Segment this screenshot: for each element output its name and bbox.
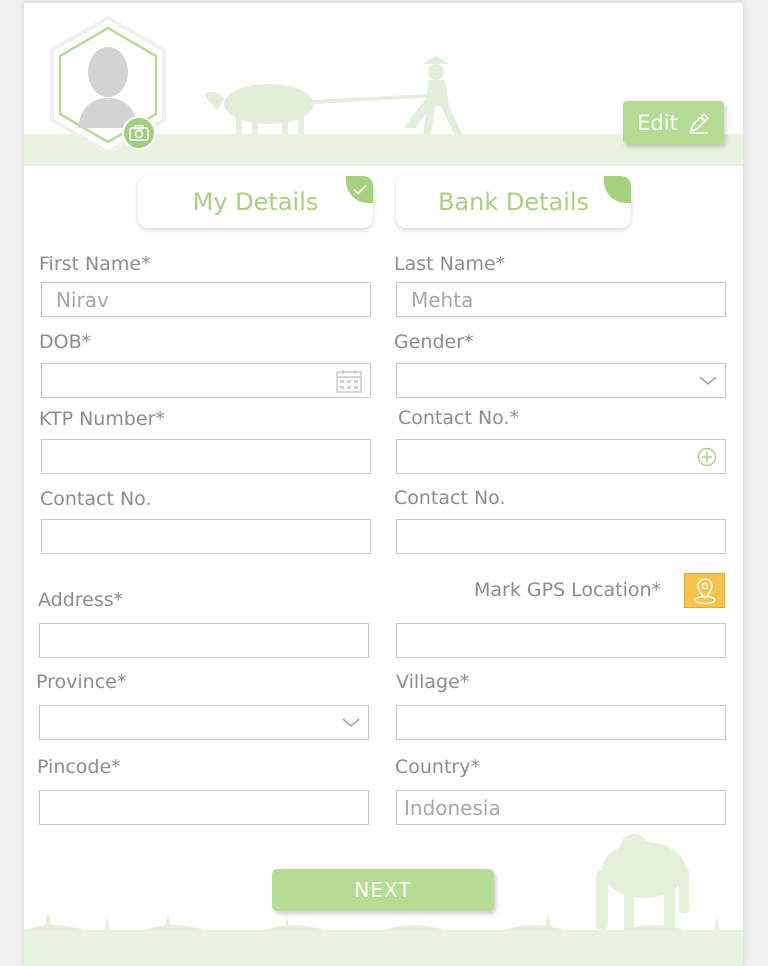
contact-primary-input[interactable] (396, 439, 726, 474)
contact-2-input[interactable] (41, 519, 371, 554)
contact-3-label: Contact No. (394, 487, 506, 509)
gps-location-label: Mark GPS Location* (474, 579, 662, 601)
contact-3-input[interactable] (396, 519, 726, 554)
mark-gps-button[interactable] (684, 573, 725, 608)
province-label: Province* (36, 671, 127, 693)
gender-label: Gender* (394, 331, 474, 353)
first-name-input[interactable]: Nirav (41, 282, 371, 317)
ktp-number-input[interactable] (41, 439, 371, 474)
ktp-number-label: KTP Number* (39, 408, 165, 430)
address-input[interactable] (39, 623, 369, 658)
dob-input[interactable] (41, 363, 371, 398)
contact-primary-label: Contact No.* (398, 407, 520, 429)
province-select[interactable] (39, 705, 369, 740)
address-label: Address* (38, 589, 124, 611)
last-name-label: Last Name* (394, 253, 506, 275)
profile-card: Edit My Details Bank Details First Name*… (24, 0, 743, 966)
dob-label: DOB* (39, 331, 92, 353)
camera-icon (129, 125, 149, 141)
tab-bank-details-label: Bank Details (437, 188, 590, 216)
village-input[interactable] (396, 705, 726, 740)
chevron-down-icon (342, 717, 360, 728)
map-pin-icon (693, 577, 716, 604)
tab-my-details[interactable]: My Details (138, 176, 373, 228)
next-label: NEXT (354, 878, 412, 902)
ground-strip-bottom (24, 930, 743, 966)
edit-label: Edit (637, 110, 678, 135)
first-name-label: First Name* (39, 253, 151, 275)
edit-profile-button[interactable]: Edit (623, 101, 724, 144)
country-value: Indonesia (404, 795, 501, 820)
gps-location-input[interactable] (396, 623, 726, 658)
tab-bank-details[interactable]: Bank Details (396, 176, 631, 228)
pincode-input[interactable] (39, 790, 369, 825)
last-name-input[interactable]: Mehta (396, 282, 726, 317)
country-label: Country* (395, 756, 480, 778)
add-circle-icon[interactable] (697, 447, 717, 467)
last-name-value: Mehta (411, 287, 474, 312)
country-input[interactable]: Indonesia (396, 790, 726, 825)
pencil-icon (689, 112, 709, 134)
first-name-value: Nirav (56, 287, 109, 312)
tab-incomplete-badge (604, 176, 631, 203)
checkmark-icon (352, 184, 367, 195)
village-label: Village* (396, 671, 470, 693)
calendar-icon[interactable] (336, 369, 362, 393)
pincode-label: Pincode* (37, 756, 121, 778)
next-button[interactable]: NEXT (272, 869, 494, 911)
contact-2-label: Contact No. (40, 488, 152, 510)
chevron-down-icon (699, 375, 717, 386)
change-photo-button[interactable] (122, 116, 156, 150)
tab-complete-badge (346, 176, 373, 203)
tab-my-details-label: My Details (192, 188, 319, 216)
gender-select[interactable] (396, 363, 726, 398)
